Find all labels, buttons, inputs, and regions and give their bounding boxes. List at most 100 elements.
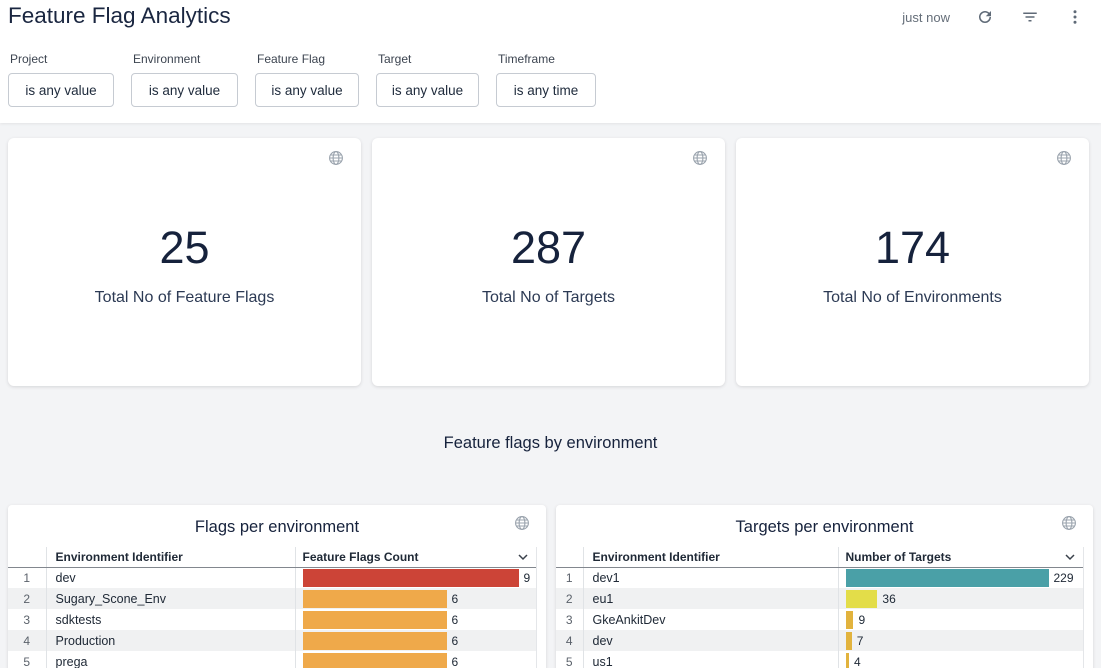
flags-per-environment-card: Flags per environment Environment Identi… bbox=[8, 505, 546, 668]
environment-filter-button[interactable]: is any value bbox=[131, 73, 238, 107]
table-row[interactable]: 5us14 bbox=[556, 651, 1083, 668]
flags-per-environment-table: Environment Identifier Feature Flags Cou… bbox=[8, 547, 536, 668]
table-row[interactable]: 2Sugary_Scone_Env 6 bbox=[8, 588, 536, 609]
table-header-row: Environment Identifier Number of Targets bbox=[556, 547, 1083, 567]
column-header-environment-identifier[interactable]: Environment Identifier bbox=[583, 547, 838, 567]
bar-value-label: 6 bbox=[452, 655, 459, 668]
column-header-feature-flags-count[interactable]: Feature Flags Count bbox=[295, 547, 536, 567]
table-wrap: Environment Identifier Number of Targets… bbox=[556, 547, 1084, 668]
value-bar bbox=[846, 611, 854, 629]
row-rank: 3 bbox=[556, 609, 583, 630]
table-row[interactable]: 1dev1229 bbox=[556, 567, 1083, 588]
value-bar bbox=[846, 569, 1049, 587]
top-bar-actions: just now bbox=[902, 7, 1085, 27]
environment-identifier-cell: dev bbox=[583, 630, 838, 651]
table-row[interactable]: 5prega 6 bbox=[8, 651, 536, 668]
table-row[interactable]: 2eu136 bbox=[556, 588, 1083, 609]
bar-value-label: 6 bbox=[452, 634, 459, 648]
refresh-icon[interactable] bbox=[975, 7, 995, 27]
dashboard: Feature Flag Analytics just now Project … bbox=[0, 0, 1101, 668]
project-filter-button[interactable]: is any value bbox=[8, 73, 114, 107]
value-bar bbox=[303, 611, 447, 629]
globe-icon bbox=[328, 150, 344, 171]
kpi-label: Total No of Targets bbox=[372, 289, 725, 307]
value-bar-cell: 7 bbox=[838, 630, 1083, 651]
bar-value-label: 9 bbox=[858, 613, 865, 627]
feature-flag-filter-button[interactable]: is any value bbox=[255, 73, 359, 107]
filter-group-feature-flag: Feature Flag is any value bbox=[255, 52, 359, 107]
value-bar-cell: 4 bbox=[838, 651, 1083, 668]
top-bar: Feature Flag Analytics just now Project … bbox=[0, 0, 1101, 123]
row-rank: 3 bbox=[8, 609, 46, 630]
globe-icon bbox=[692, 150, 708, 171]
kpi-label: Total No of Environments bbox=[736, 289, 1089, 307]
value-bar bbox=[846, 632, 852, 650]
environment-identifier-cell: dev1 bbox=[583, 567, 838, 588]
filter-label: Feature Flag bbox=[257, 52, 359, 66]
value-bar-cell: 9 bbox=[838, 609, 1083, 630]
kpi-card-environments: 174 Total No of Environments bbox=[736, 138, 1089, 386]
value-bar bbox=[846, 653, 850, 668]
kebab-menu-icon[interactable] bbox=[1065, 7, 1085, 27]
table-header-row: Environment Identifier Feature Flags Cou… bbox=[8, 547, 536, 567]
tables-row: Flags per environment Environment Identi… bbox=[8, 505, 1093, 668]
table-wrap: Environment Identifier Feature Flags Cou… bbox=[8, 547, 537, 668]
filter-label: Target bbox=[378, 52, 479, 66]
filter-group-project: Project is any value bbox=[8, 52, 114, 107]
bar-value-label: 7 bbox=[857, 634, 864, 648]
filter-group-target: Target is any value bbox=[376, 52, 479, 107]
globe-icon bbox=[1056, 150, 1072, 171]
value-bar bbox=[303, 653, 447, 668]
row-rank: 2 bbox=[8, 588, 46, 609]
filter-icon[interactable] bbox=[1020, 7, 1040, 27]
bar-value-label: 6 bbox=[452, 613, 459, 627]
value-bar-cell: 6 bbox=[295, 630, 536, 651]
row-rank: 2 bbox=[556, 588, 583, 609]
value-bar bbox=[303, 569, 519, 587]
table-row[interactable]: 3GkeAnkitDev 9 bbox=[556, 609, 1083, 630]
chevron-down-icon[interactable] bbox=[515, 549, 531, 568]
row-rank: 5 bbox=[556, 651, 583, 668]
environment-identifier-cell: sdktests bbox=[46, 609, 295, 630]
environment-identifier-cell: GkeAnkitDev bbox=[583, 609, 838, 630]
bar-value-label: 6 bbox=[452, 592, 459, 606]
environment-identifier-cell: Sugary_Scone_Env bbox=[46, 588, 295, 609]
kpi-value: 287 bbox=[372, 222, 725, 274]
column-header-number-of-targets[interactable]: Number of Targets bbox=[838, 547, 1083, 567]
targets-per-environment-card: Targets per environment Environment Iden… bbox=[556, 505, 1093, 668]
table-row[interactable]: 1dev9 bbox=[8, 567, 536, 588]
rank-column-header bbox=[556, 547, 583, 567]
card-title: Targets per environment bbox=[556, 505, 1093, 537]
row-rank: 5 bbox=[8, 651, 46, 668]
timeframe-filter-button[interactable]: is any time bbox=[496, 73, 596, 107]
target-filter-button[interactable]: is any value bbox=[376, 73, 479, 107]
globe-icon bbox=[514, 515, 530, 536]
kpi-value: 174 bbox=[736, 222, 1089, 274]
table-row[interactable]: 4Production 6 bbox=[8, 630, 536, 651]
kpi-label: Total No of Feature Flags bbox=[8, 289, 361, 307]
row-rank: 4 bbox=[8, 630, 46, 651]
environment-identifier-cell: dev bbox=[46, 567, 295, 588]
value-bar-cell: 36 bbox=[838, 588, 1083, 609]
targets-per-environment-table: Environment Identifier Number of Targets… bbox=[556, 547, 1083, 668]
environment-identifier-cell: prega bbox=[46, 651, 295, 668]
environment-identifier-cell: Production bbox=[46, 630, 295, 651]
refresh-status: just now bbox=[902, 10, 950, 25]
value-bar bbox=[846, 590, 878, 608]
table-row[interactable]: 4dev7 bbox=[556, 630, 1083, 651]
value-bar bbox=[303, 632, 447, 650]
globe-icon bbox=[1061, 515, 1077, 536]
card-title: Flags per environment bbox=[8, 505, 546, 537]
chevron-down-icon[interactable] bbox=[1062, 549, 1078, 568]
filter-label: Environment bbox=[133, 52, 238, 66]
kpi-card-feature-flags: 25 Total No of Feature Flags bbox=[8, 138, 361, 386]
value-bar-cell: 6 bbox=[295, 609, 536, 630]
value-bar-cell: 6 bbox=[295, 588, 536, 609]
column-header-environment-identifier[interactable]: Environment Identifier bbox=[46, 547, 295, 567]
value-bar bbox=[303, 590, 447, 608]
bar-value-label: 4 bbox=[854, 655, 861, 668]
filter-label: Project bbox=[10, 52, 114, 66]
table-row[interactable]: 3sdktests 6 bbox=[8, 609, 536, 630]
kpi-card-targets: 287 Total No of Targets bbox=[372, 138, 725, 386]
kpi-value: 25 bbox=[8, 222, 361, 274]
